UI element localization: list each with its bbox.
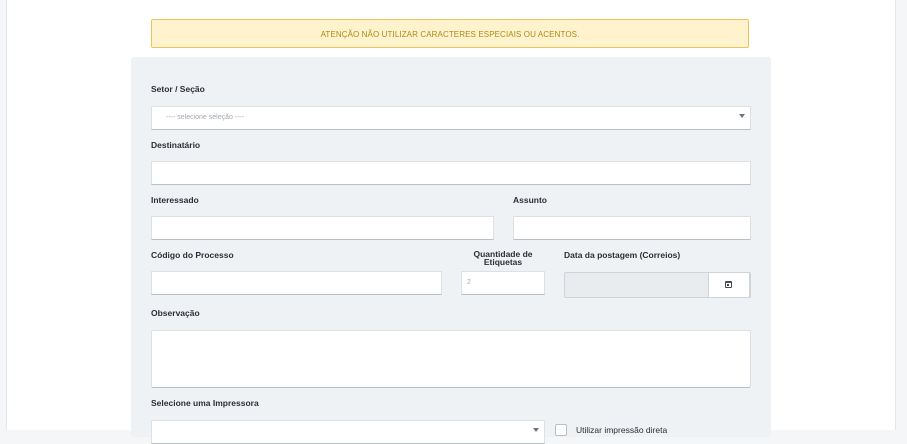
observacao-textarea[interactable] bbox=[151, 330, 751, 388]
setor-select-placeholder: ---- selecione seleção ---- bbox=[166, 114, 245, 121]
quantidade-etiquetas-input[interactable]: 2 bbox=[461, 271, 545, 295]
quantidade-etiquetas-label: Quantidade de Etiquetas bbox=[473, 249, 533, 267]
impressora-label: Selecione uma Impressora bbox=[151, 398, 259, 408]
codigo-processo-input[interactable] bbox=[151, 271, 442, 295]
chevron-down-icon bbox=[739, 114, 745, 118]
setor-label: Setor / Seção bbox=[151, 84, 205, 94]
assunto-input[interactable] bbox=[513, 216, 751, 240]
date-picker-button[interactable] bbox=[708, 272, 750, 298]
impressao-direta-label: Utilizar impressão direta bbox=[576, 425, 668, 435]
impressora-select[interactable] bbox=[151, 420, 545, 444]
warning-alert: ATENÇÃO NÃO UTILIZAR CARACTERES ESPECIAI… bbox=[151, 19, 749, 48]
assunto-label: Assunto bbox=[513, 195, 547, 205]
interessado-label: Interessado bbox=[151, 195, 199, 205]
destinatario-input[interactable] bbox=[151, 161, 751, 185]
data-postagem-label: Data da postagem (Correios) bbox=[564, 250, 681, 260]
codigo-processo-label: Código do Processo bbox=[151, 250, 234, 260]
observacao-label: Observação bbox=[151, 308, 200, 318]
destinatario-label: Destinatário bbox=[151, 140, 201, 150]
setor-select[interactable]: ---- selecione seleção ---- bbox=[151, 106, 751, 130]
quantidade-etiquetas-value: 2 bbox=[467, 279, 471, 286]
interessado-input[interactable] bbox=[151, 216, 494, 240]
chevron-down-icon bbox=[533, 428, 539, 432]
impressao-direta-checkbox[interactable] bbox=[555, 424, 567, 436]
calendar-icon bbox=[725, 281, 732, 288]
